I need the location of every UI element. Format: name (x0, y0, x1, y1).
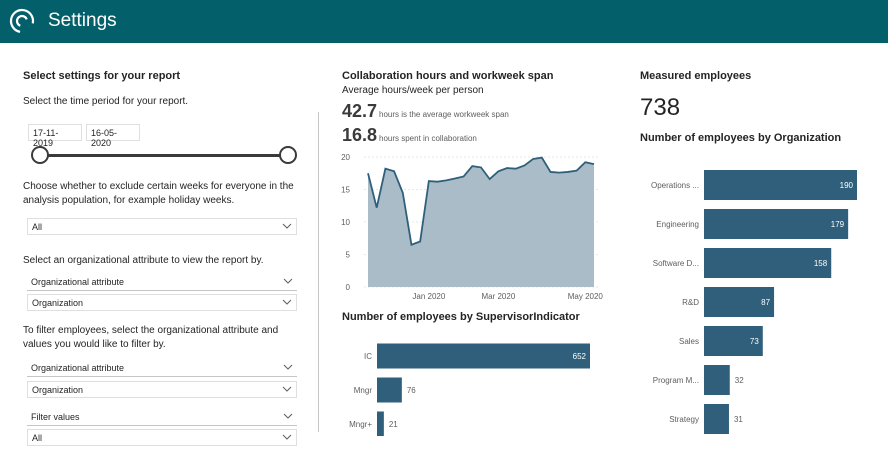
org-attribute-value: Organization (32, 298, 84, 308)
collab-title: Collaboration hours and workweek span (342, 70, 554, 82)
value-label: 76 (407, 386, 416, 395)
org-attribute-prompt: Select an organizational attribute to vi… (23, 255, 264, 266)
value-label: 87 (761, 298, 770, 307)
category-label: Operations ... (651, 181, 699, 190)
start-date-input[interactable]: 17-11-2019 (28, 124, 82, 148)
x-tick-label: Jan 2020 (412, 292, 445, 301)
panel-divider (318, 112, 319, 432)
value-label: 652 (573, 352, 587, 361)
y-tick-label: 15 (341, 186, 350, 195)
category-label: Software D... (653, 259, 699, 268)
header-bar: Settings (0, 0, 888, 43)
filter-attribute-value: Organization (32, 385, 84, 395)
bar (377, 343, 590, 369)
value-label: 31 (734, 415, 743, 424)
filter-values-label: Filter values (31, 412, 80, 422)
app-logo-icon (9, 8, 35, 34)
bar (377, 411, 384, 436)
filter-values-header[interactable]: Filter values (27, 409, 297, 426)
bar (704, 248, 832, 278)
date-range-slider[interactable] (40, 154, 288, 157)
y-tick-label: 20 (341, 153, 350, 162)
y-tick-label: 5 (346, 251, 351, 260)
collab-subtitle: Average hours/week per person (342, 85, 484, 96)
value-label: 179 (831, 220, 845, 229)
settings-heading: Select settings for your report (23, 70, 181, 82)
value-label: 73 (750, 337, 759, 346)
supervisor-bar-chart: IC 652 Mngr 76 Mngr+ 21 (349, 343, 590, 436)
measured-employees-value: 738 (640, 94, 681, 121)
value-label: 21 (389, 420, 398, 429)
bar (377, 377, 402, 403)
supervisor-chart-title: Number of employees by SupervisorIndicat… (342, 311, 580, 323)
category-label: R&D (682, 298, 699, 307)
exclude-weeks-value: All (32, 222, 43, 232)
category-label: Program M... (653, 376, 699, 385)
exclude-weeks-dropdown[interactable]: All (27, 218, 297, 235)
category-label: Sales (679, 337, 699, 346)
bar (704, 170, 857, 200)
exclude-weeks-prompt-line1: Choose whether to exclude certain weeks … (23, 181, 294, 192)
collab-hours-label: hours spent in collaboration (379, 134, 477, 143)
category-label: Mngr (354, 386, 373, 395)
collab-area (368, 157, 594, 287)
filter-prompt-line1: To filter employees, select the organiza… (23, 325, 279, 336)
org-attribute-label: Organizational attribute (31, 277, 125, 287)
collab-hours-area-chart: 0 5 10 15 20 Jan 2020 Mar 2020 May 2020 (341, 153, 604, 301)
filter-values-dropdown[interactable]: All (27, 429, 297, 446)
y-tick-label: 10 (341, 218, 350, 227)
page-title: Settings (48, 10, 117, 31)
y-tick-label: 0 (346, 283, 351, 292)
workweek-span-label: hours is the average workweek span (379, 110, 509, 119)
chevron-down-icon (283, 278, 293, 284)
workweek-span-kpi: 42.7 (342, 101, 378, 121)
slider-end-handle[interactable] (279, 146, 297, 164)
chevron-down-icon (282, 386, 292, 392)
chevron-down-icon (283, 364, 293, 370)
category-label: Mngr+ (349, 420, 372, 429)
chevron-down-icon (282, 223, 292, 229)
end-date-input[interactable]: 16-05-2020 (86, 124, 140, 148)
value-label: 32 (735, 376, 744, 385)
x-tick-label: May 2020 (568, 292, 604, 301)
filter-attribute-label: Organizational attribute (31, 363, 125, 373)
filter-values-value: All (32, 433, 43, 443)
category-label: Strategy (669, 415, 699, 424)
chevron-down-icon (283, 413, 293, 419)
time-period-prompt: Select the time period for your report. (23, 96, 189, 107)
value-label: 158 (814, 259, 828, 268)
filter-attribute-header[interactable]: Organizational attribute (27, 360, 297, 377)
value-label: 190 (840, 181, 854, 190)
chevron-down-icon (282, 299, 292, 305)
measured-employees-title: Measured employees (640, 70, 752, 82)
x-tick-label: Mar 2020 (481, 292, 515, 301)
category-label: Engineering (656, 220, 699, 229)
slider-start-handle[interactable] (31, 146, 49, 164)
bar (704, 209, 849, 239)
bar (704, 404, 729, 434)
collab-hours-kpi: 16.8 (342, 125, 378, 145)
filter-prompt-line2: values you would like to filter by. (23, 339, 166, 350)
org-attribute-dropdown[interactable]: Organization (27, 294, 297, 311)
filter-attribute-dropdown[interactable]: Organization (27, 381, 297, 398)
org-attribute-header[interactable]: Organizational attribute (27, 274, 297, 291)
organization-bar-chart: Operations ... 190 Engineering 179 Software … (651, 170, 857, 434)
bar (704, 365, 730, 395)
org-chart-title: Number of employees by Organization (640, 132, 842, 144)
exclude-weeks-prompt-line2: analysis population, for example holiday… (23, 195, 235, 206)
chevron-down-icon (282, 434, 292, 440)
category-label: IC (364, 352, 372, 361)
